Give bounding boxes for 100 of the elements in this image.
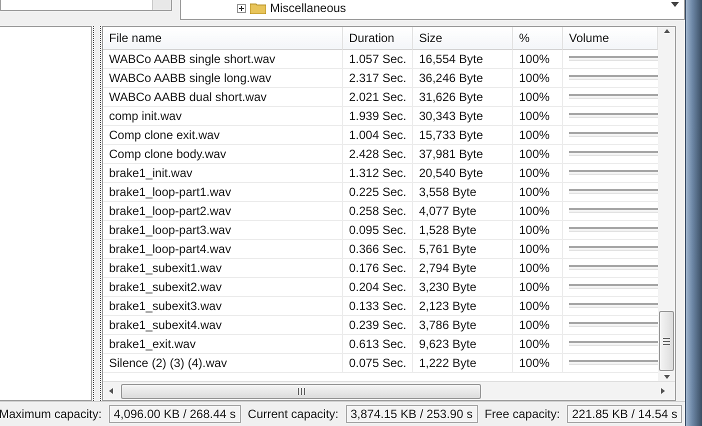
table-cell: comp init.wav	[103, 106, 343, 126]
table-cell: 0.613 Sec.	[343, 334, 413, 354]
table-cell: brake1_subexit1.wav	[103, 258, 343, 278]
table-cell: brake1_loop-part3.wav	[103, 220, 343, 240]
volume-slider[interactable]	[569, 170, 658, 176]
volume-slider[interactable]	[569, 56, 658, 62]
table-cell: brake1_loop-part2.wav	[103, 202, 343, 221]
table-cell: 100%	[513, 334, 563, 354]
volume-slider[interactable]	[569, 75, 658, 80]
table-cell: 100%	[513, 164, 563, 183]
table-cell: 0.176 Sec.	[343, 258, 413, 278]
volume-slider[interactable]	[569, 303, 658, 308]
table-cell: brake1_init.wav	[103, 164, 343, 183]
table-cell: 0.366 Sec.	[343, 240, 413, 259]
table-cell: Silence (2) (3) (4).wav	[103, 354, 343, 373]
volume-slider[interactable]	[569, 246, 658, 252]
table-cell: 36,246 Byte	[413, 68, 513, 88]
volume-slider[interactable]	[569, 360, 658, 366]
table-cell: 1.057 Sec.	[343, 50, 413, 69]
horizontal-scrollbar[interactable]	[103, 381, 675, 400]
table-cell: 30,343 Byte	[413, 106, 513, 126]
grip-icon	[663, 338, 670, 345]
status-label: Maximum capacity:	[0, 407, 102, 422]
table-cell: Comp clone exit.wav	[103, 126, 343, 145]
volume-slider[interactable]	[569, 227, 658, 232]
table-cell: brake1_subexit4.wav	[103, 316, 343, 335]
scroll-button[interactable]	[152, 0, 171, 10]
table-cell: 16,554 Byte	[413, 50, 513, 69]
table-cell: 100%	[513, 106, 563, 126]
volume-slider[interactable]	[569, 132, 658, 138]
table-cell: 1.004 Sec.	[343, 126, 413, 145]
column-header[interactable]: Volume	[563, 26, 658, 50]
volume-slider[interactable]	[569, 265, 658, 270]
table-cell: 20,540 Byte	[413, 164, 513, 183]
table-cell: 100%	[513, 202, 563, 221]
status-label: Free capacity:	[484, 407, 560, 422]
table-cell: 0.204 Sec.	[343, 278, 413, 297]
table-cell: 3,786 Byte	[413, 316, 513, 335]
table-cell: 2,794 Byte	[413, 258, 513, 278]
volume-slider[interactable]	[569, 284, 658, 290]
table-cell: 37,981 Byte	[413, 144, 513, 164]
table-cell: 100%	[513, 68, 563, 88]
volume-slider[interactable]	[569, 189, 658, 194]
table-cell: 0.225 Sec.	[343, 182, 413, 202]
tree-item[interactable]: Miscellaneous	[270, 1, 346, 15]
volume-slider[interactable]	[569, 341, 658, 346]
scroll-left-icon[interactable]	[107, 387, 115, 396]
table-cell: 100%	[513, 278, 563, 297]
scroll-right-icon[interactable]	[659, 387, 667, 396]
column-header[interactable]: Duration	[343, 26, 413, 50]
table-cell: 1.312 Sec.	[343, 164, 413, 183]
volume-slider[interactable]	[569, 151, 658, 156]
table-cell: WABCo AABB single short.wav	[103, 50, 343, 69]
table-cell: 0.133 Sec.	[343, 296, 413, 316]
table-cell: 0.075 Sec.	[343, 354, 413, 373]
table-cell: 15,733 Byte	[413, 126, 513, 145]
table-cell: 1.939 Sec.	[343, 106, 413, 126]
volume-slider[interactable]	[569, 94, 658, 100]
volume-slider[interactable]	[569, 322, 658, 328]
table-cell: 100%	[513, 50, 563, 69]
vertical-scrollbar[interactable]	[658, 26, 675, 382]
volume-slider[interactable]	[569, 208, 658, 214]
table-cell: 2.317 Sec.	[343, 68, 413, 88]
table-cell: brake1_loop-part1.wav	[103, 182, 343, 202]
scroll-up-icon[interactable]	[662, 26, 670, 35]
table-cell: 0.095 Sec.	[343, 220, 413, 240]
table-cell: 31,626 Byte	[413, 88, 513, 107]
table-cell: 2.428 Sec.	[343, 144, 413, 164]
scroll-thumb[interactable]	[121, 384, 481, 399]
table-cell: 0.258 Sec.	[343, 202, 413, 221]
column-header[interactable]: %	[513, 26, 563, 50]
expand-icon[interactable]	[237, 4, 246, 12]
column-header[interactable]: File name	[103, 26, 343, 50]
scroll-thumb[interactable]	[659, 311, 674, 372]
table-cell: 100%	[513, 258, 563, 278]
table-cell: 100%	[513, 296, 563, 316]
table-cell: brake1_subexit3.wav	[103, 296, 343, 316]
folder-icon	[250, 2, 266, 14]
table-cell: 3,230 Byte	[413, 278, 513, 297]
scroll-down-icon[interactable]	[662, 373, 670, 382]
table-cell: 1,528 Byte	[413, 220, 513, 240]
table-cell: 0.239 Sec.	[343, 316, 413, 335]
table-cell: 100%	[513, 354, 563, 373]
status-value: 3,874.15 KB / 253.90 s	[346, 405, 478, 424]
table-cell: 5,761 Byte	[413, 240, 513, 259]
status-label: Current capacity:	[248, 407, 338, 422]
grip-icon	[298, 388, 304, 395]
table-cell: WABCo AABB single long.wav	[103, 68, 343, 88]
table-cell: brake1_loop-part4.wav	[103, 240, 343, 259]
table-cell: brake1_exit.wav	[103, 334, 343, 354]
table-cell: 100%	[513, 316, 563, 335]
splitter[interactable]	[93, 26, 101, 402]
volume-slider[interactable]	[569, 113, 658, 118]
column-header[interactable]: Size	[413, 26, 513, 50]
table-cell: Comp clone body.wav	[103, 144, 343, 164]
table-cell: 3,558 Byte	[413, 182, 513, 202]
table-cell: 9,623 Byte	[413, 334, 513, 354]
table-cell: 2.021 Sec.	[343, 88, 413, 107]
table-cell: 100%	[513, 240, 563, 259]
table-cell: WABCo AABB dual short.wav	[103, 88, 343, 107]
